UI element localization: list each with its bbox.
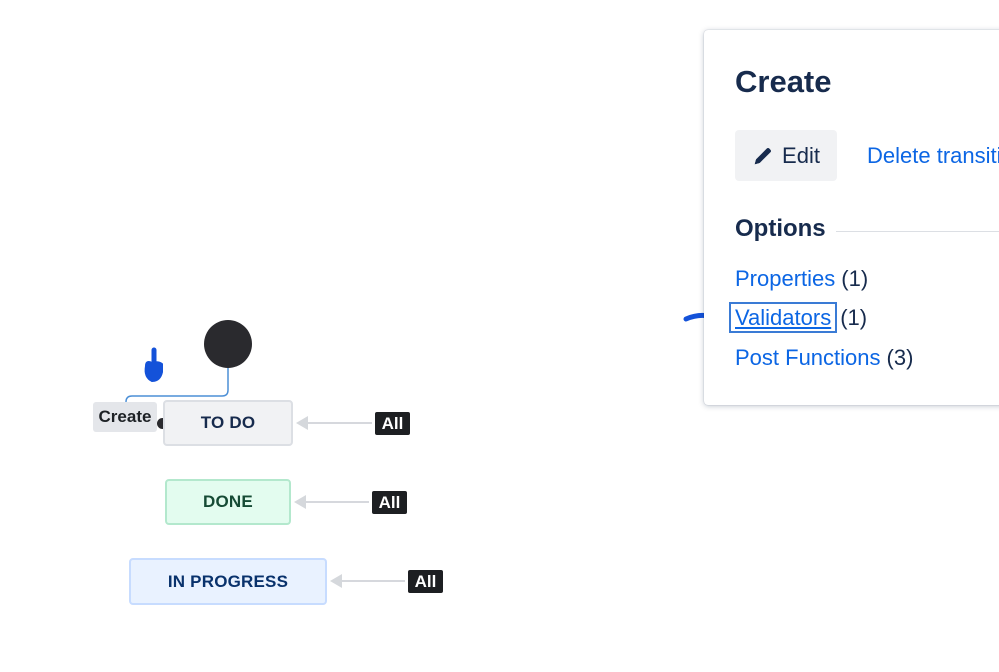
- validators-count: (1): [840, 305, 868, 330]
- option-row-validators: Validators (1): [728, 302, 868, 333]
- pencil-icon: [754, 147, 772, 164]
- properties-link[interactable]: Properties: [735, 266, 835, 291]
- arrowhead-todo: [296, 416, 308, 430]
- panel-title: Create: [735, 64, 832, 99]
- workflow-start-node[interactable]: [204, 320, 252, 368]
- edit-button[interactable]: Edit: [735, 130, 837, 181]
- option-row-post-functions: Post Functions (3): [735, 345, 913, 371]
- all-transition-badge-todo[interactable]: All: [375, 412, 410, 435]
- hand-pointer-annotation-icon: [144, 347, 163, 382]
- start-connector-line: [125, 368, 229, 403]
- all-transition-badge-done[interactable]: All: [372, 491, 407, 514]
- status-done[interactable]: DONE: [165, 479, 291, 525]
- post-functions-count: (3): [886, 345, 914, 370]
- validators-link[interactable]: Validators: [728, 302, 838, 333]
- options-heading: Options: [735, 215, 826, 242]
- edit-button-label: Edit: [782, 142, 820, 168]
- post-functions-link[interactable]: Post Functions: [735, 345, 881, 370]
- options-divider: [836, 231, 999, 232]
- all-transition-badge-in-progress[interactable]: All: [408, 570, 443, 593]
- transition-create-label[interactable]: Create: [93, 402, 157, 432]
- status-todo[interactable]: TO DO: [163, 400, 293, 446]
- properties-count: (1): [841, 266, 869, 291]
- option-row-properties: Properties (1): [735, 266, 868, 292]
- arrowhead-inprogress: [330, 574, 342, 588]
- transition-details-panel: Create Edit Delete transition Options Pr…: [704, 30, 999, 405]
- arrowhead-done: [294, 495, 306, 509]
- workflow-canvas: Create TO DO DONE IN PROGRESS All All Al…: [0, 0, 999, 672]
- delete-transition-link[interactable]: Delete transition: [867, 143, 999, 169]
- status-in-progress[interactable]: IN PROGRESS: [129, 558, 327, 605]
